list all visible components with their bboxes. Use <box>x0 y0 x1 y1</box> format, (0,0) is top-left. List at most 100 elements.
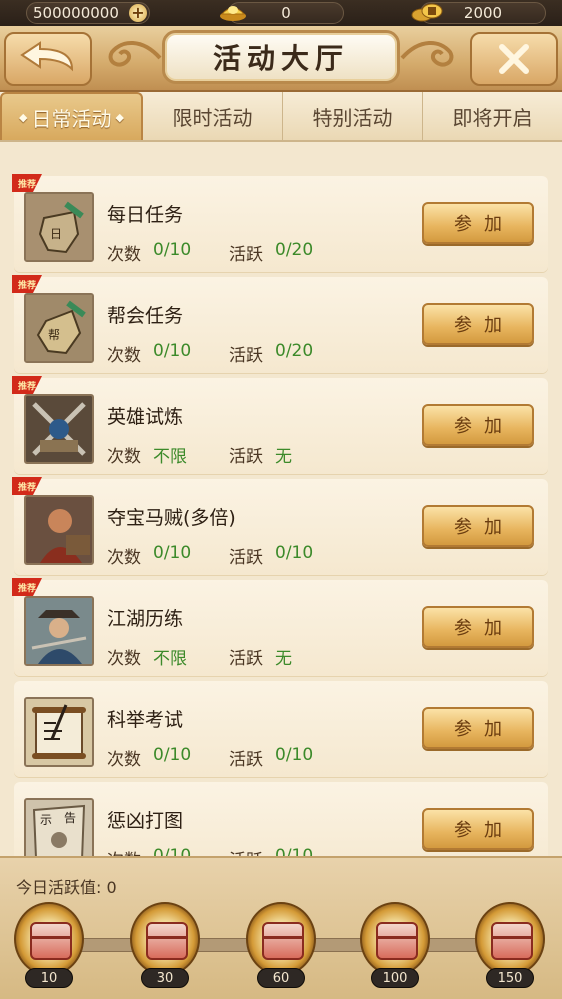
recommend-badge: 推荐 <box>12 174 42 192</box>
count-value: 0/10 <box>153 240 192 260</box>
recommend-badge: 推荐 <box>12 578 42 596</box>
activity-name: 每日任务 <box>107 204 184 226</box>
activity-label: 活跃 <box>229 245 263 265</box>
svg-text:告: 告 <box>64 811 76 825</box>
chest-threshold: 30 <box>141 968 189 988</box>
recommend-badge: 推荐 <box>12 275 42 293</box>
scroll-brush-icon <box>26 699 92 765</box>
reward-chest-60[interactable] <box>246 902 316 976</box>
activity-row: 帮 推荐 帮会任务 次数 0/10 活跃 0/20 参加 <box>12 275 548 373</box>
tab-limited[interactable]: 限时活动 <box>143 92 283 140</box>
add-silver-button[interactable]: + <box>129 4 147 22</box>
treasure-chest-icon <box>146 922 188 960</box>
count-value: 不限 <box>153 447 187 467</box>
recommend-badge: 推荐 <box>12 376 42 394</box>
count-value: 0/10 <box>153 745 192 765</box>
join-button[interactable]: 参加 <box>422 202 534 244</box>
count-label: 次数 <box>107 245 141 265</box>
guild-token-icon: 帮 <box>26 295 92 361</box>
tab-label: 即将开启 <box>452 105 533 130</box>
join-button[interactable]: 参加 <box>422 303 534 345</box>
activity-value: 无 <box>275 649 292 669</box>
reward-chest-30[interactable] <box>130 902 200 976</box>
diamond-left-icon: ◆ <box>19 110 28 124</box>
reward-chest-150[interactable] <box>475 902 545 976</box>
back-arrow-icon <box>20 41 74 72</box>
activity-name: 夺宝马贼(多倍) <box>107 507 236 529</box>
activity-row: 日 推荐 每日任务 次数 0/10 活跃 0/20 参加 <box>12 174 548 272</box>
count-value: 0/10 <box>153 341 192 361</box>
page-title: 活动大厅 <box>212 42 349 75</box>
chest-threshold: 60 <box>257 968 305 988</box>
activity-tabs: ◆ 日常活动 ◆ 限时活动 特别活动 即将开启 <box>0 92 562 142</box>
vitality-value: 0 <box>106 878 117 897</box>
svg-text:帮: 帮 <box>48 328 60 342</box>
join-button[interactable]: 参加 <box>422 404 534 446</box>
activity-name: 帮会任务 <box>107 305 184 327</box>
close-icon <box>499 44 529 74</box>
header-bar: 活动大厅 <box>0 26 562 92</box>
resource-bar: 500000000 + 0 2000 <box>0 0 562 26</box>
activity-row: 推荐 江湖历练 次数 不限 活跃 无 参加 <box>12 578 548 676</box>
activity-row: 推荐 英雄试炼 次数 不限 活跃 无 参加 <box>12 376 548 474</box>
activity-value: 0/20 <box>275 240 314 260</box>
join-button[interactable]: 参加 <box>422 606 534 648</box>
svg-text:日: 日 <box>50 227 62 241</box>
back-button[interactable] <box>4 32 92 86</box>
chest-threshold: 100 <box>371 968 419 988</box>
coin-stack-icon <box>411 3 443 22</box>
activity-thumbnail: 日 <box>24 192 94 262</box>
activity-name: 惩凶打图 <box>107 810 184 832</box>
title-plate: 活动大厅 <box>162 30 400 84</box>
count-label: 次数 <box>107 649 141 669</box>
scroll-ornament-left-icon <box>108 41 162 67</box>
tab-upcoming[interactable]: 即将开启 <box>423 92 562 140</box>
svg-text:示: 示 <box>40 813 52 827</box>
coin-value: 2000 <box>463 4 503 22</box>
activity-thumbnail <box>24 697 94 767</box>
treasure-chest-icon <box>491 922 533 960</box>
tab-label: 限时活动 <box>172 105 253 130</box>
activity-thumbnail <box>24 394 94 464</box>
join-button[interactable]: 参加 <box>422 707 534 749</box>
gold-ingot-icon <box>220 6 246 21</box>
recommend-badge: 推荐 <box>12 477 42 495</box>
treasure-chest-icon <box>376 922 418 960</box>
vitality-readout: 今日活跃值: 0 <box>16 874 117 898</box>
treasure-chest-icon <box>262 922 304 960</box>
activity-value: 0/10 <box>275 745 314 765</box>
activity-name: 英雄试炼 <box>107 406 184 428</box>
activity-label: 活跃 <box>229 346 263 366</box>
activity-row: 科举考试 次数 0/10 活跃 0/10 参加 <box>14 681 548 777</box>
activity-thumbnail: 帮 <box>24 293 94 363</box>
join-button[interactable]: 参加 <box>422 505 534 547</box>
activity-label: 活跃 <box>229 649 263 669</box>
count-label: 次数 <box>107 447 141 467</box>
close-button[interactable] <box>470 32 558 86</box>
ingot-value: 0 <box>281 4 291 22</box>
activity-name: 科举考试 <box>107 709 184 731</box>
join-button[interactable]: 参加 <box>422 808 534 850</box>
activity-thumbnail <box>24 596 94 666</box>
count-value: 不限 <box>153 649 187 669</box>
diamond-right-icon: ◆ <box>115 110 124 124</box>
activity-row: 推荐 夺宝马贼(多倍) 次数 0/10 活跃 0/10 参加 <box>12 477 548 575</box>
count-label: 次数 <box>107 750 141 770</box>
activity-label: 活跃 <box>229 548 263 568</box>
bandit-portrait-icon <box>26 497 92 563</box>
chest-threshold: 150 <box>486 968 534 988</box>
activity-thumbnail <box>24 495 94 565</box>
tab-daily[interactable]: ◆ 日常活动 ◆ <box>0 92 143 140</box>
reward-chest-10[interactable] <box>14 902 84 976</box>
tab-special[interactable]: 特别活动 <box>283 92 423 140</box>
swordsman-portrait-icon <box>26 598 92 664</box>
activity-label: 活跃 <box>229 750 263 770</box>
scroll-ornament-right-icon <box>400 41 454 67</box>
activity-value: 0/20 <box>275 341 314 361</box>
reward-chest-100[interactable] <box>360 902 430 976</box>
vitality-label: 今日活跃值: <box>16 878 102 897</box>
treasure-chest-icon <box>30 922 72 960</box>
chest-threshold: 10 <box>25 968 73 988</box>
task-token-icon: 日 <box>26 194 92 260</box>
silver-counter: 500000000 + <box>26 2 150 24</box>
